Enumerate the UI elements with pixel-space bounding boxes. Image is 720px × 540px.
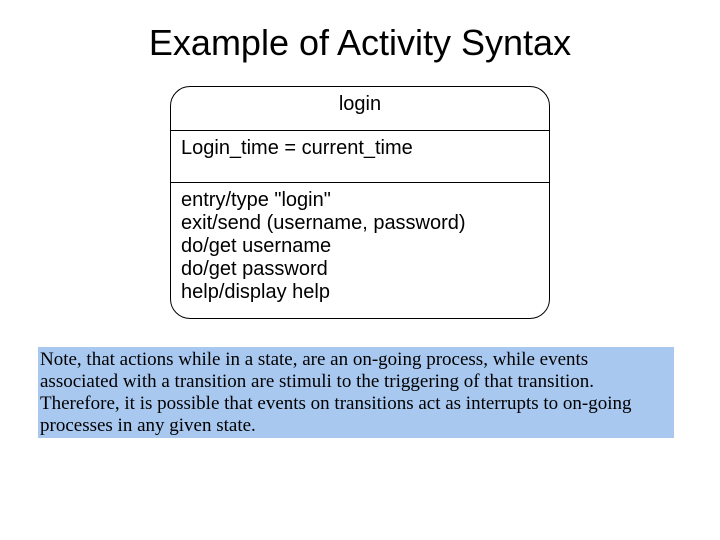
state-action-line: exit/send (username, password) <box>181 212 539 235</box>
state-action-line: entry/type "login" <box>181 189 539 212</box>
state-name: login <box>171 87 549 131</box>
state-action-line: do/get password <box>181 258 539 281</box>
state-actions: entry/type "login" exit/send (username, … <box>171 183 549 318</box>
footnote: Note, that actions while in a state, are… <box>38 347 674 438</box>
state-internal: Login_time = current_time <box>171 131 549 183</box>
slide-title: Example of Activity Syntax <box>0 0 720 64</box>
state-box: login Login_time = current_time entry/ty… <box>170 86 550 319</box>
state-action-line: help/display help <box>181 281 539 304</box>
state-action-line: do/get username <box>181 235 539 258</box>
